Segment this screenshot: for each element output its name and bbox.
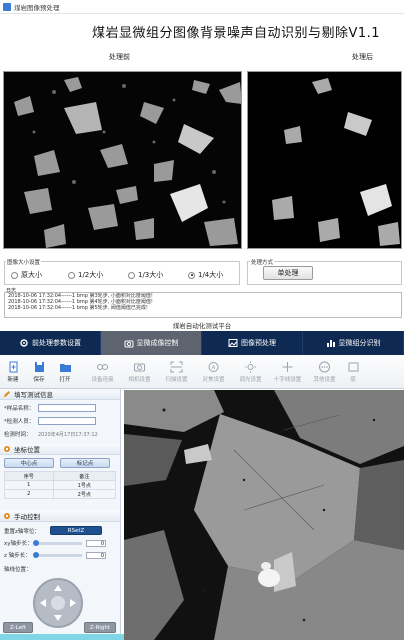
slider-thumb-icon: [33, 539, 39, 546]
size-group-title: 图像大小设置: [6, 258, 42, 266]
camera-icon: [124, 340, 133, 348]
save-button[interactable]: 保存: [26, 355, 52, 388]
pencil-icon: [4, 391, 10, 397]
help-button[interactable]: 使: [343, 355, 363, 388]
link-icon: [97, 363, 108, 370]
open-button[interactable]: 打开: [52, 355, 78, 388]
xy-step-input[interactable]: 0: [86, 539, 106, 547]
size-option-third[interactable]: 1/3大小: [128, 270, 163, 280]
process-group-title: 处理方式: [250, 258, 275, 266]
coords-header[interactable]: 坐标位置: [0, 444, 120, 455]
log-line: 2018-10-06 17:32:04------1 bmp 第5轮步, 阀值阈…: [8, 305, 148, 311]
scan-settings-button[interactable]: 扫描设置: [158, 355, 195, 388]
test-time-value: 2020年4月17日17:37:12: [38, 431, 98, 438]
single-process-button[interactable]: 单处理: [263, 266, 313, 280]
size-option-half[interactable]: 1/2大小: [68, 270, 103, 280]
arrow-left-icon[interactable]: [40, 599, 46, 607]
help-icon: [348, 362, 358, 371]
before-image: [3, 71, 242, 249]
gear-icon: [4, 446, 10, 452]
more-icon: [319, 361, 330, 372]
before-label: 处理前: [109, 53, 130, 61]
after-image: [247, 71, 402, 249]
reset-z-button[interactable]: RSetZ: [50, 526, 102, 535]
bar-chart-icon: [326, 340, 335, 347]
test-info-header[interactable]: 填写测试信息: [0, 389, 120, 400]
tester-label: *检测人员：: [4, 419, 35, 425]
radio-icon: [68, 271, 75, 279]
manual-control-header[interactable]: 手动控制: [0, 511, 120, 522]
microscope-view[interactable]: [124, 390, 404, 640]
brightness-icon: [245, 361, 256, 372]
device-connect-button[interactable]: 设备连接: [84, 355, 121, 388]
settings-icon: [20, 339, 28, 347]
after-label: 处理后: [352, 53, 373, 61]
col-header: 备注: [52, 471, 116, 481]
crosshair-settings-button[interactable]: 十字线设置: [269, 355, 306, 388]
mark-point-button[interactable]: 标记点: [60, 458, 110, 468]
focus-settings-button[interactable]: A 对焦设置: [195, 355, 232, 388]
crosshair-icon: [282, 361, 293, 372]
arrow-up-icon[interactable]: [54, 585, 62, 591]
scan-icon: [170, 361, 183, 372]
coords-table: 序号 备注 1 1号点 2 2号点: [4, 471, 116, 499]
z-left-button[interactable]: Z-Left: [3, 622, 33, 633]
other-settings-button[interactable]: 其他设置: [306, 355, 343, 388]
sample-name-row: *样品名称：: [0, 403, 120, 413]
nav-image-preprocess[interactable]: 图像预处理: [202, 331, 303, 355]
size-option-original[interactable]: 原大小: [11, 270, 42, 280]
xy-step-slider[interactable]: [33, 539, 82, 546]
radio-selected-icon: [188, 271, 195, 279]
sample-name-input[interactable]: [38, 404, 96, 412]
z-step-row: z 轴步长： 0: [4, 551, 106, 559]
slider-thumb-icon: [33, 551, 39, 558]
size-option-quarter[interactable]: 1/4大小: [188, 270, 223, 280]
main-nav: 前处理参数设置 显微成像控制 图像预处理 显微组分识别: [0, 331, 404, 355]
image-icon: [228, 339, 238, 347]
camera-settings-button[interactable]: 相机设置: [121, 355, 158, 388]
table-row[interactable]: 2 2号点: [4, 489, 116, 499]
z-step-input[interactable]: 0: [86, 551, 106, 559]
reset-z-row: 重置z轴零位： RSetZ: [0, 525, 120, 536]
tester-input[interactable]: [38, 417, 96, 425]
arrow-down-icon[interactable]: [54, 615, 62, 621]
tester-row: *检测人员：: [0, 416, 120, 426]
camera-icon: [134, 363, 145, 371]
nav-imaging-control[interactable]: 显微成像控制: [101, 331, 202, 355]
brightness-settings-button[interactable]: 调光设置: [232, 355, 269, 388]
svg-text:A: A: [212, 365, 216, 371]
open-icon: [59, 363, 71, 372]
z-right-button[interactable]: Z-Right: [84, 622, 116, 633]
platform-title: 煤岩自动化测试平台: [172, 322, 232, 330]
toolbar: 新建 保存 打开 设备连接 相机设置 扫描设置 A 对焦设置 调光设置 十字线设…: [0, 355, 404, 389]
log-box[interactable]: 2018-10-06 17:32:04------1 bmp 第3轮步, 小面积…: [4, 292, 402, 318]
new-icon: [9, 361, 17, 372]
radio-icon: [128, 271, 135, 279]
direction-pad[interactable]: [33, 578, 83, 628]
window-title: 煤岩图像预处理: [14, 3, 60, 12]
nav-maceral-recognition[interactable]: 显微组分识别: [303, 331, 404, 355]
app-icon: [3, 2, 11, 11]
radio-icon: [11, 271, 18, 279]
title-bar: 煤岩图像预处理: [0, 0, 404, 14]
new-button[interactable]: 新建: [0, 355, 26, 388]
save-icon: [34, 361, 44, 372]
gear-icon: [4, 513, 10, 519]
axis-position-row: 轴线位置：: [4, 567, 32, 573]
arrow-right-icon[interactable]: [70, 599, 76, 607]
xy-step-row: xy轴步长： 0: [4, 539, 106, 547]
nav-preprocess-settings[interactable]: 前处理参数设置: [0, 331, 101, 355]
center-point-button[interactable]: 中心点: [4, 458, 54, 468]
center-knob-icon: [51, 596, 65, 610]
test-time-label: 检测时间：: [4, 432, 32, 438]
table-row[interactable]: 1 1号点: [4, 480, 116, 490]
sample-name-label: *样品名称：: [4, 406, 35, 412]
test-time-row: 检测时间： 2020年4月17日17:37:12: [0, 429, 120, 439]
col-header: 序号: [4, 471, 54, 481]
z-step-slider[interactable]: [33, 551, 82, 558]
focus-icon: A: [208, 361, 219, 372]
app-heading: 煤岩显微组分图像背景噪声自动识别与剔除V1.1: [92, 26, 381, 41]
